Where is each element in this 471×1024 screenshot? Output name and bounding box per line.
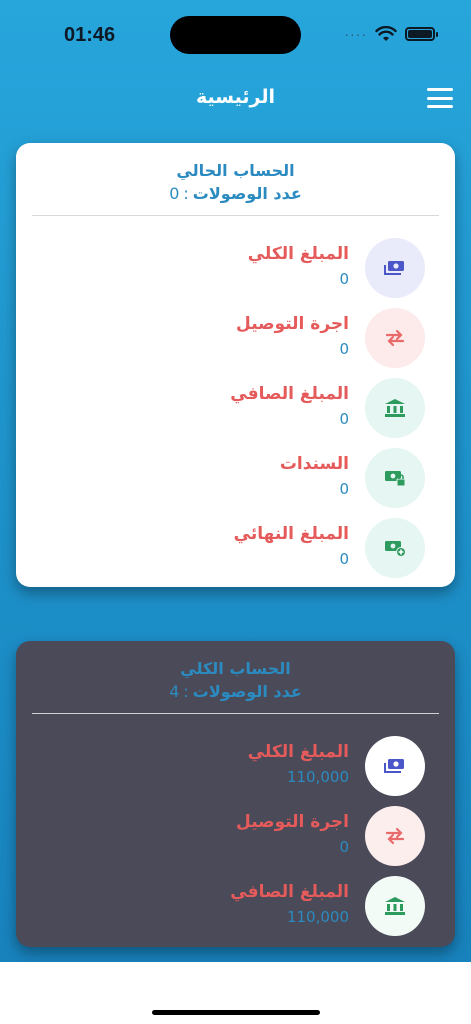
current-rows: المبلغ الكلي 0 اجرة التوصيل 0 المبلغ الص…: [16, 230, 455, 580]
total-rows: المبلغ الكلي 110,000 اجرة التوصيل 0 المب…: [16, 728, 455, 938]
total-receipts-count: عدد الوصولات:4: [16, 682, 455, 701]
current-account-card: الحساب الحالي عدد الوصولات:0 المبلغ الكل…: [16, 143, 455, 587]
row-value: 0: [339, 270, 349, 288]
money-lock-icon: [365, 448, 425, 508]
row-delivery-fee: اجرة التوصيل 0: [16, 300, 455, 370]
row-value: 0: [339, 480, 349, 498]
row-total-amount: المبلغ الكلي 0: [16, 230, 455, 300]
row-label: المبلغ الكلي: [247, 742, 349, 762]
total-card-title: الحساب الكلي: [180, 659, 291, 678]
menu-hamburger-icon[interactable]: [427, 88, 453, 108]
status-icons: ····: [344, 26, 438, 42]
current-receipts-count: عدد الوصولات:0: [16, 184, 455, 203]
row-label: اجرة التوصيل: [236, 314, 349, 334]
wifi-icon: [375, 26, 397, 41]
row-delivery-fee: اجرة التوصيل 0: [16, 798, 455, 868]
dynamic-island: [170, 16, 301, 54]
bank-icon: [365, 876, 425, 936]
row-value: 0: [339, 550, 349, 568]
nav-bar: الرئيسية: [0, 70, 471, 128]
home-indicator: [152, 1010, 320, 1015]
battery-icon: [405, 27, 438, 41]
row-label: المبلغ الصافي: [230, 384, 349, 404]
current-card-header: الحساب الحالي عدد الوصولات:0: [16, 143, 455, 203]
receipts-count-label: عدد الوصولات: [192, 184, 302, 203]
status-bar: 01:46 ····: [0, 0, 471, 70]
signal-dots-icon: ····: [344, 26, 367, 42]
row-value: 0: [339, 340, 349, 358]
current-card-title: الحساب الحالي: [176, 161, 295, 180]
receipts-count-value: 4: [169, 682, 180, 701]
total-account-card: الحساب الكلي عدد الوصولات:4 المبلغ الكلي…: [16, 641, 455, 947]
row-net-amount: المبلغ الصافي 110,000: [16, 868, 455, 938]
row-final-amount: المبلغ النهائي 0: [16, 510, 455, 580]
row-label: السندات: [279, 454, 349, 474]
exchange-icon: [365, 806, 425, 866]
card-divider: [32, 713, 439, 714]
row-label: المبلغ النهائي: [233, 524, 349, 544]
total-card-header: الحساب الكلي عدد الوصولات:4: [16, 641, 455, 701]
row-label: المبلغ الكلي: [247, 244, 349, 264]
row-value: 0: [339, 410, 349, 428]
page-title: الرئيسية: [196, 86, 275, 108]
row-vouchers: السندات 0: [16, 440, 455, 510]
row-value: 110,000: [286, 768, 349, 786]
card-divider: [32, 215, 439, 216]
row-net-amount: المبلغ الصافي 0: [16, 370, 455, 440]
row-total-amount: المبلغ الكلي 110,000: [16, 728, 455, 798]
row-value: 110,000: [286, 908, 349, 926]
row-label: المبلغ الصافي: [230, 882, 349, 902]
receipts-count-label: عدد الوصولات: [192, 682, 302, 701]
receipts-count-value: 0: [169, 184, 180, 203]
bank-icon: [365, 378, 425, 438]
money-icon: [365, 736, 425, 796]
exchange-icon: [365, 308, 425, 368]
receipts-count-separator: :: [183, 682, 189, 701]
money-icon: [365, 238, 425, 298]
row-label: اجرة التوصيل: [236, 812, 349, 832]
row-value: 0: [339, 838, 349, 856]
money-plus-icon: [365, 518, 425, 578]
receipts-count-separator: :: [183, 184, 189, 203]
status-time: 01:46: [64, 24, 116, 46]
